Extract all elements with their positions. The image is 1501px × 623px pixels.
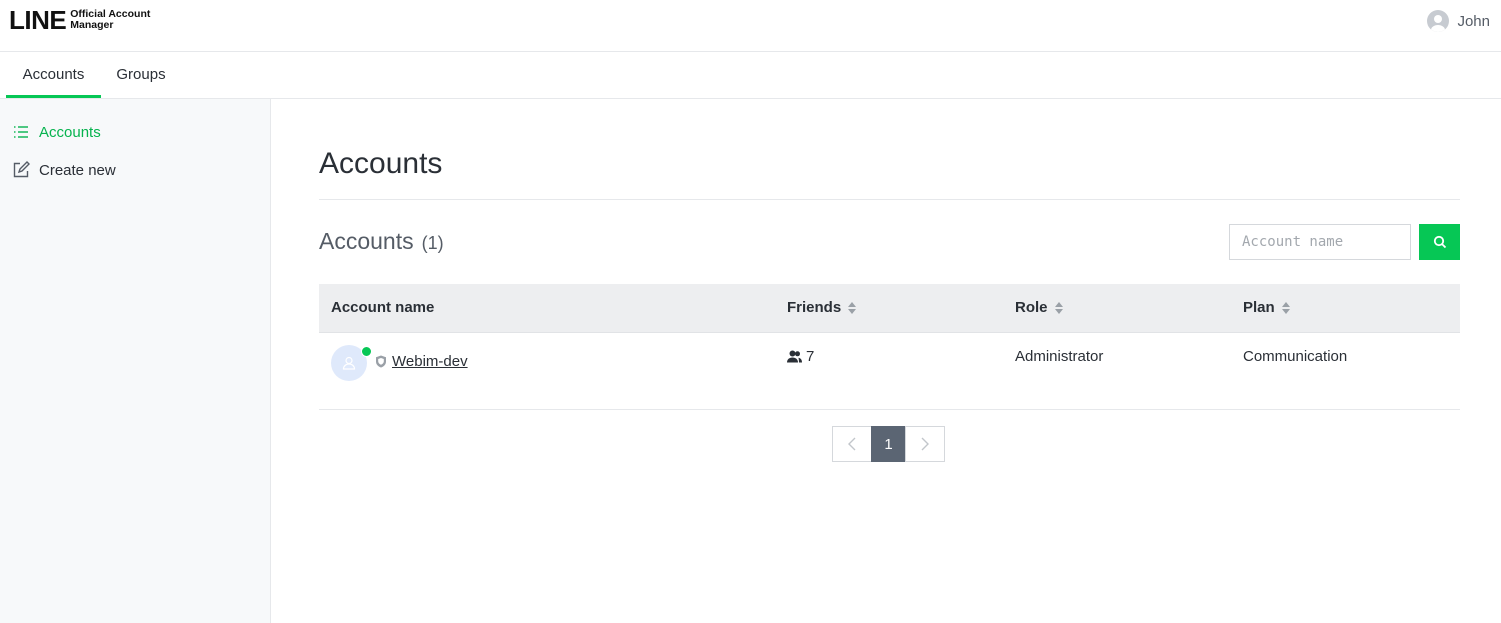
user-name: John [1457,12,1490,30]
account-name-search-input[interactable] [1229,224,1411,260]
previous-page-button[interactable] [832,426,872,462]
tab-groups[interactable]: Groups [101,52,181,98]
top-tabs: Accounts Groups [0,52,1501,99]
page-title: Accounts [319,147,443,180]
plan-value: Communication [1243,348,1348,365]
online-status-dot [361,346,372,357]
edit-icon [12,161,30,179]
people-icon [787,350,802,363]
section-title: Accounts (1) [319,228,444,255]
top-bar: LINE Official Account Manager John [0,0,1501,52]
role-value: Administrator [1015,348,1104,365]
column-header-plan[interactable]: Plan [1243,284,1290,332]
tab-accounts[interactable]: Accounts [6,52,101,98]
divider [319,199,1460,200]
table-header: Account name Friends Role Plan [319,284,1460,333]
friends-count: 7 [787,348,814,365]
user-menu[interactable]: John [1427,10,1490,32]
sidebar-item-accounts[interactable]: Accounts [12,123,101,141]
column-header-friends[interactable]: Friends [787,284,857,332]
next-page-button[interactable] [905,426,945,462]
sort-icon [848,302,857,314]
sort-icon [1281,302,1290,314]
chevron-left-icon [848,437,856,451]
column-header-role[interactable]: Role [1015,284,1063,332]
sidebar-item-label: Accounts [39,123,101,141]
account-count: (1) [421,233,444,253]
page-button-current[interactable]: 1 [871,426,906,462]
list-icon [12,123,30,141]
search-button[interactable] [1419,224,1460,260]
sidebar: Accounts Create new [0,99,271,623]
chevron-right-icon [921,437,929,451]
sort-icon [1054,302,1063,314]
sidebar-item-label: Create new [39,161,116,179]
user-avatar-icon [1427,10,1450,32]
pagination: 1 [832,426,945,462]
section-title-text: Accounts [319,228,414,254]
shield-icon [376,355,386,368]
person-icon [342,356,356,370]
logo-subtitle-line-2: Manager [70,19,114,31]
search-icon [1433,235,1446,249]
sidebar-item-create-new[interactable]: Create new [12,161,116,179]
column-header-account-name: Account name [331,299,435,316]
line-oa-manager-logo[interactable]: LINE Official Account Manager [9,7,150,33]
account-name-link[interactable]: Webim-dev [392,353,468,370]
logo-wordmark: LINE [9,5,67,35]
logo-subtitle: Official Account Manager [70,9,150,31]
table-row: Webim-dev 7 Administrator Communication [319,333,1460,410]
